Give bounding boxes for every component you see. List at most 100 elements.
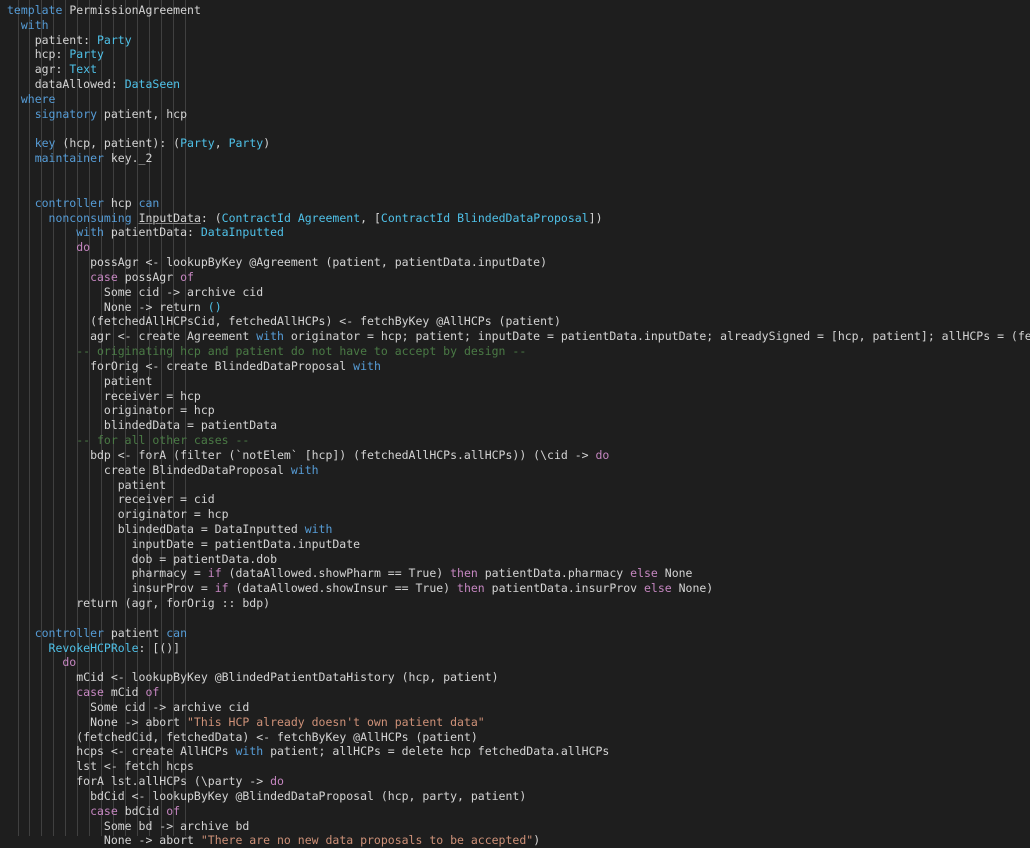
code-line[interactable]: originator = hcp <box>0 403 1030 418</box>
code-token-plain: (hcp, patient): ( <box>55 136 181 151</box>
code-line[interactable]: with <box>0 18 1030 33</box>
code-line[interactable]: insurProv = if (dataAllowed.showInsur ==… <box>0 581 1030 596</box>
code-line[interactable] <box>0 611 1030 626</box>
code-token-plain: bdCid <- lookupByKey @BlindedDataProposa… <box>90 788 527 803</box>
code-line[interactable]: mCid <- lookupByKey @BlindedPatientDataH… <box>0 670 1030 685</box>
code-line[interactable]: patient: Party <box>0 33 1030 48</box>
code-line[interactable]: receiver = cid <box>0 492 1030 507</box>
code-token-plain: possAgr <box>117 269 181 284</box>
code-line[interactable]: possAgr <- lookupByKey @Agreement (patie… <box>0 255 1030 270</box>
code-token-plain: None) <box>671 581 714 596</box>
code-line[interactable] <box>0 166 1030 181</box>
code-line[interactable]: case possAgr of <box>0 270 1030 285</box>
code-token-plain: lst <- fetch hcps <box>76 759 194 774</box>
code-line-content: None -> abort "This HCP already doesn't … <box>90 715 485 729</box>
code-line[interactable]: dataAllowed: DataSeen <box>0 77 1030 92</box>
code-line[interactable]: nonconsuming InputData: (ContractId Agre… <box>0 211 1030 226</box>
code-line[interactable]: key (hcp, patient): (Party, Party) <box>0 136 1030 151</box>
code-line[interactable]: agr: Text <box>0 62 1030 77</box>
code-line[interactable]: hcp: Party <box>0 47 1030 62</box>
code-line[interactable]: controller hcp can <box>0 196 1030 211</box>
code-line[interactable]: maintainer key._2 <box>0 151 1030 166</box>
code-token-kw: with <box>290 462 319 477</box>
code-line[interactable]: (fetchedAllHCPsCid, fetchedAllHCPs) <- f… <box>0 314 1030 329</box>
code-token-plain: patient: <box>34 32 97 47</box>
code-token-plain: originator = hcp <box>117 507 229 522</box>
code-line[interactable]: create BlindedDataProposal with <box>0 463 1030 478</box>
code-line[interactable]: where <box>0 92 1030 107</box>
code-token-plain: None -> abort <box>90 714 187 729</box>
code-token-plain: patient <box>117 477 167 492</box>
code-line[interactable]: controller patient can <box>0 626 1030 641</box>
code-token-plain: receiver = cid <box>117 492 215 507</box>
code-token-ctl: do <box>76 240 91 255</box>
code-token-kw: where <box>20 91 56 106</box>
code-editor[interactable]: template PermissionAgreement with patient:… <box>0 0 1030 847</box>
code-line[interactable]: forOrig <- create BlindedDataProposal wi… <box>0 359 1030 374</box>
code-token-plain: originator = hcp <box>103 403 215 418</box>
code-line-content: blindedData = patientData <box>104 418 277 432</box>
code-line-content: pharmacy = if (dataAllowed.showPharm == … <box>132 566 693 580</box>
code-line[interactable]: (fetchedCid, fetchedData) <- fetchByKey … <box>0 730 1030 745</box>
code-line[interactable]: do <box>0 655 1030 670</box>
code-line[interactable]: bdp <- forA (filter (`notElem` [hcp]) (f… <box>0 448 1030 463</box>
code-line[interactable]: blindedData = patientData <box>0 418 1030 433</box>
code-line-content: RevokeHCPRole: [()] <box>49 641 181 655</box>
code-line-content: originator = hcp <box>118 507 229 521</box>
code-line[interactable]: patient <box>0 374 1030 389</box>
code-token-plain: receiver = hcp <box>103 388 201 403</box>
code-token-plain: None <box>657 566 693 581</box>
code-line[interactable]: originator = hcp <box>0 507 1030 522</box>
code-line[interactable]: blindedData = DataInputted with <box>0 522 1030 537</box>
code-token-plain: : ( <box>200 210 222 225</box>
code-line[interactable] <box>0 181 1030 196</box>
code-line[interactable]: None -> return () <box>0 300 1030 315</box>
code-line[interactable]: lst <- fetch hcps <box>0 759 1030 774</box>
code-line[interactable]: Some cid -> archive cid <box>0 285 1030 300</box>
code-line[interactable]: hcps <- create AllHCPs with patient; all… <box>0 744 1030 759</box>
code-token-plain: hcp <box>103 195 139 210</box>
code-token-ctl: do <box>62 655 77 670</box>
code-line[interactable]: RevokeHCPRole: [()] <box>0 641 1030 656</box>
code-line[interactable]: signatory patient, hcp <box>0 107 1030 122</box>
code-token-plain: patient <box>103 625 167 640</box>
code-line-content: originator = hcp <box>104 403 215 417</box>
code-token-plain: InputData <box>138 210 201 225</box>
code-line-content: Some cid -> archive cid <box>90 700 249 714</box>
code-token-kw: key <box>34 136 56 151</box>
code-line[interactable]: -- originating hcp and patient do not ha… <box>0 344 1030 359</box>
code-line[interactable]: Some cid -> archive cid <box>0 700 1030 715</box>
code-token-typ: () <box>207 299 222 314</box>
code-line[interactable]: None -> abort "This HCP already doesn't … <box>0 715 1030 730</box>
code-line[interactable] <box>0 122 1030 137</box>
code-line-content: controller patient can <box>35 626 187 640</box>
code-line[interactable]: patient <box>0 478 1030 493</box>
code-token-plain: PermissionAgreement <box>62 3 201 17</box>
code-line[interactable]: dob = patientData.dob <box>0 552 1030 567</box>
code-line-content: None -> abort "There are no new data pro… <box>104 833 540 847</box>
code-token-ctl: do <box>270 774 284 789</box>
code-line[interactable]: receiver = hcp <box>0 389 1030 404</box>
code-line[interactable]: -- for all other cases -- <box>0 433 1030 448</box>
code-line[interactable]: pharmacy = if (dataAllowed.showPharm == … <box>0 566 1030 581</box>
code-line[interactable]: case mCid of <box>0 685 1030 700</box>
code-line-content: create BlindedDataProposal with <box>104 463 319 477</box>
code-line[interactable]: inputDate = patientData.inputDate <box>0 537 1030 552</box>
code-line-content: key (hcp, patient): (Party, Party) <box>35 136 270 150</box>
code-line[interactable]: forA lst.allHCPs (\party -> do <box>0 774 1030 789</box>
code-line[interactable]: Some bd -> archive bd <box>0 819 1030 834</box>
code-line-content: Some bd -> archive bd <box>104 819 249 833</box>
code-token-kw: signatory <box>34 106 97 121</box>
code-line[interactable]: bdCid <- lookupByKey @BlindedDataProposa… <box>0 789 1030 804</box>
code-token-typ: DataInputted <box>200 225 284 240</box>
code-token-plain: None -> return <box>103 299 208 314</box>
code-line-content: template PermissionAgreement <box>7 3 201 17</box>
code-token-typ: Party <box>180 136 215 151</box>
code-line[interactable]: do <box>0 240 1030 255</box>
code-line-content: agr: Text <box>35 62 97 76</box>
code-line[interactable]: agr <- create Agreement with originator … <box>0 329 1030 344</box>
code-line[interactable]: return (agr, forOrig :: bdp) <box>0 596 1030 611</box>
code-line[interactable]: template PermissionAgreement <box>0 3 1030 18</box>
code-line[interactable]: with patientData: DataInputted <box>0 225 1030 240</box>
code-line[interactable]: case bdCid of <box>0 804 1030 819</box>
